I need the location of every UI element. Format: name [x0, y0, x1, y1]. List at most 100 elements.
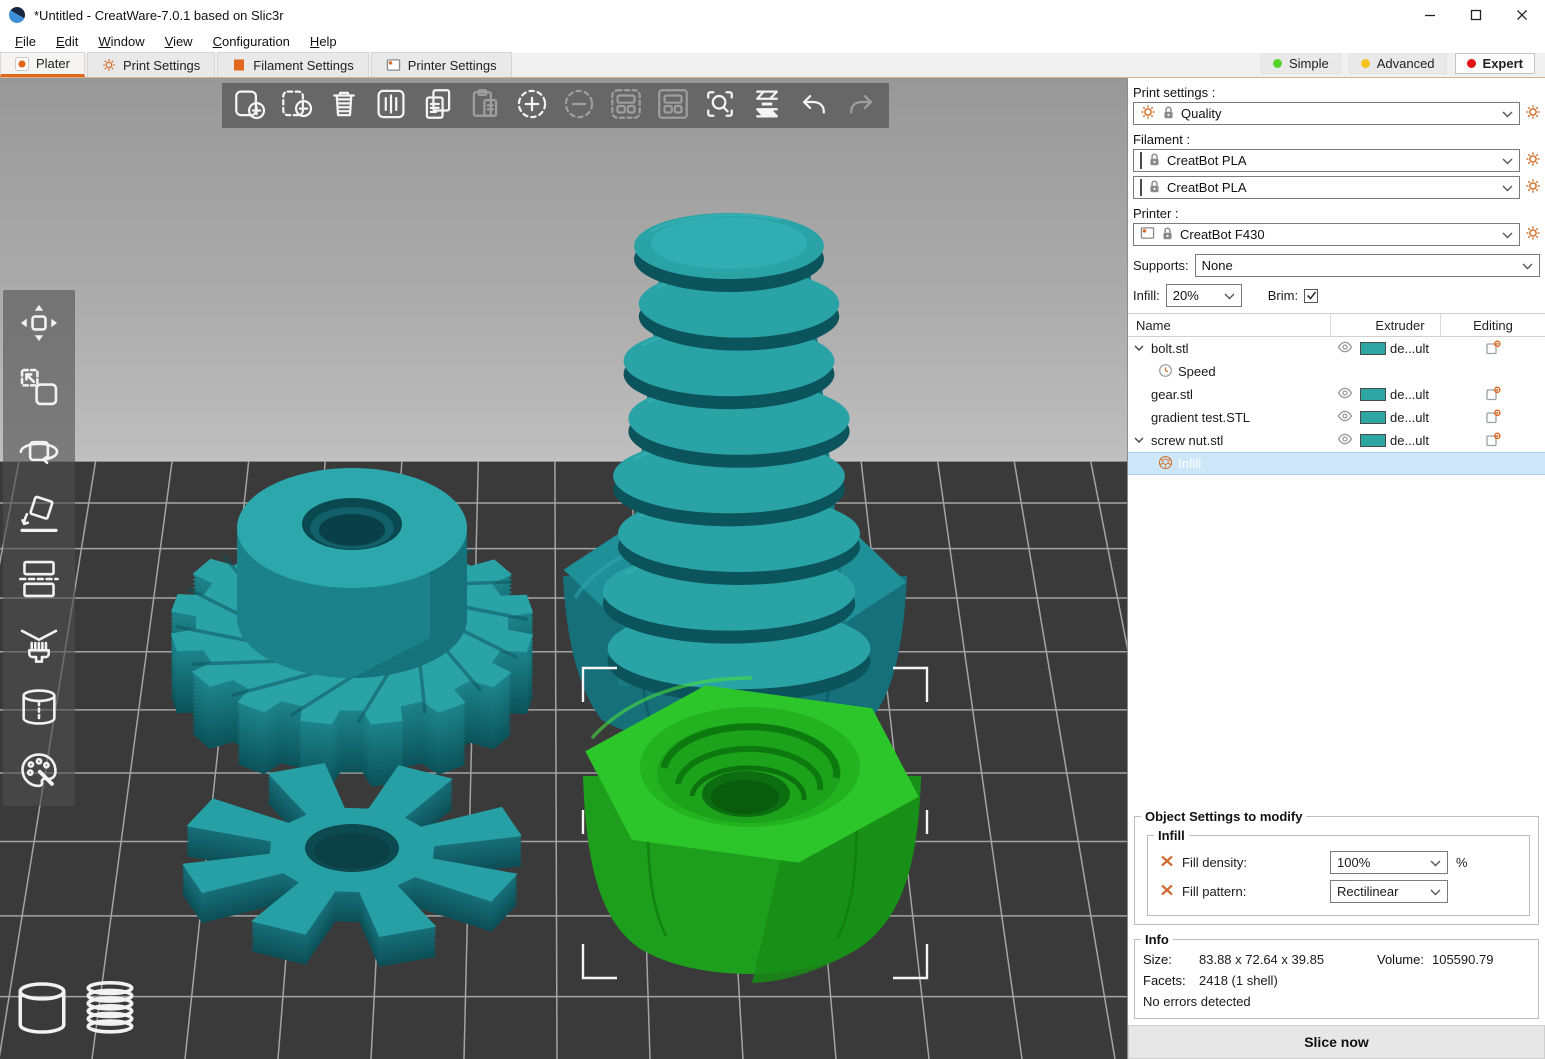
redo-icon — [844, 87, 878, 124]
move-tool-button[interactable] — [15, 300, 63, 348]
object-row-gear-stl[interactable]: gear.stlde...ult — [1128, 383, 1545, 406]
viewport-3d[interactable] — [0, 78, 1128, 1059]
manipulation-toolbar — [3, 290, 75, 806]
printer-settings-gear-button[interactable] — [1524, 226, 1542, 244]
mode-expert[interactable]: Expert — [1455, 53, 1535, 74]
undo-button[interactable] — [794, 86, 834, 126]
mode-simple[interactable]: Simple — [1261, 53, 1341, 74]
edit-icon — [1485, 340, 1501, 358]
object-list-empty-area — [1128, 475, 1545, 806]
fill-select[interactable]: Rectilinear — [1330, 880, 1448, 903]
filament-2-settings-gear-button[interactable] — [1524, 179, 1542, 197]
chevron-down-icon — [1502, 227, 1513, 242]
edit-object-button[interactable] — [1440, 432, 1545, 450]
add-instance-button[interactable] — [512, 86, 552, 126]
filament-1-preset-select[interactable]: CreatBot PLA — [1133, 149, 1520, 172]
print-preset-row: Quality — [1128, 102, 1545, 125]
settings-panel: Print settings : Quality Filament : Crea… — [1128, 78, 1545, 1059]
undo-icon — [797, 87, 831, 124]
height-range-tool-button[interactable] — [15, 684, 63, 732]
collapse-icon[interactable] — [1134, 437, 1146, 444]
menu-window[interactable]: Window — [89, 32, 153, 51]
support-paint-tool-button[interactable] — [15, 620, 63, 668]
paste-button — [465, 86, 505, 126]
visibility-toggle[interactable] — [1330, 432, 1360, 449]
infill-select[interactable]: 20% — [1166, 284, 1242, 307]
infill-icon — [1158, 455, 1173, 473]
arrange-button[interactable] — [371, 86, 411, 126]
menu-file[interactable]: File — [6, 32, 45, 51]
search-button[interactable] — [700, 86, 740, 126]
filament-1-settings-gear-button[interactable] — [1524, 152, 1542, 170]
chevron-down-icon — [1502, 153, 1513, 168]
edit-object-button[interactable] — [1440, 409, 1545, 427]
object-name: gear.stl — [1151, 387, 1193, 402]
object-row-gradient-test-stl[interactable]: gradient test.STLde...ult — [1128, 406, 1545, 429]
menu-edit[interactable]: Edit — [47, 32, 87, 51]
solid-view-button[interactable] — [13, 978, 71, 1040]
tab-print-settings[interactable]: Print Settings — [87, 52, 215, 77]
cut-tool-button[interactable] — [15, 556, 63, 604]
maximize-button[interactable] — [1453, 0, 1499, 30]
object-settings-group: Object Settings to modify Infill Fill de… — [1134, 809, 1539, 925]
visibility-toggle[interactable] — [1330, 340, 1360, 357]
edit-object-button[interactable] — [1440, 386, 1545, 404]
collapse-icon[interactable] — [1134, 345, 1146, 352]
add-object-button[interactable] — [230, 86, 270, 126]
fill-row-2: Fill pattern:Rectilinear — [1160, 880, 1521, 903]
mode-dot-icon — [1273, 59, 1282, 68]
column-editing: Editing — [1440, 314, 1545, 337]
edit-object-button[interactable] — [1440, 340, 1545, 358]
split-parts-button — [653, 86, 693, 126]
remove-setting-button[interactable] — [1160, 854, 1174, 871]
delete-all-button[interactable] — [324, 86, 364, 126]
place-on-face-tool-button[interactable] — [15, 492, 63, 540]
scale-tool-button[interactable] — [15, 364, 63, 412]
layers-view-button[interactable] — [747, 86, 787, 126]
minimize-button[interactable] — [1407, 0, 1453, 30]
layers-view-icon — [750, 87, 784, 124]
eye-icon — [1337, 432, 1353, 449]
remove-object-button[interactable] — [277, 86, 317, 126]
sliced-view-button[interactable] — [81, 978, 139, 1040]
printer-preset-select[interactable]: CreatBot F430 — [1133, 223, 1520, 246]
menu-view[interactable]: View — [156, 32, 202, 51]
tab-printer-settings[interactable]: Printer Settings — [371, 52, 512, 77]
mode-dot-icon — [1467, 59, 1476, 68]
scale-tool-icon — [18, 366, 60, 411]
setting-row-infill[interactable]: Infill — [1128, 452, 1545, 475]
edit-icon — [1485, 386, 1501, 404]
supports-select[interactable]: None — [1195, 254, 1540, 277]
brim-checkbox[interactable] — [1304, 289, 1318, 303]
printer-label: Printer : — [1128, 203, 1545, 223]
remove-setting-button[interactable] — [1160, 883, 1174, 900]
visibility-toggle[interactable] — [1330, 386, 1360, 403]
cut-tool-icon — [18, 558, 60, 603]
object-name: screw nut.stl — [1151, 433, 1223, 448]
object-name: gradient test.STL — [1151, 410, 1250, 425]
tab-plater[interactable]: Plater — [0, 52, 85, 77]
print-settings-gear-button[interactable] — [1524, 105, 1542, 123]
visibility-toggle[interactable] — [1330, 409, 1360, 426]
object-row-bolt-stl[interactable]: bolt.stlde...ult — [1128, 337, 1545, 360]
paint-tool-button[interactable] — [15, 748, 63, 796]
slice-now-button[interactable]: Slice now — [1128, 1025, 1545, 1059]
viewport-canvas[interactable] — [0, 78, 1127, 1059]
tab-filament-settings[interactable]: Filament Settings — [217, 52, 368, 77]
lock-icon — [1161, 226, 1174, 244]
rotate-tool-button[interactable] — [15, 428, 63, 476]
mode-advanced[interactable]: Advanced — [1349, 53, 1447, 74]
object-row-screw-nut-stl[interactable]: screw nut.stlde...ult — [1128, 429, 1545, 452]
errors-status: No errors detected — [1143, 994, 1251, 1009]
copy-button[interactable] — [418, 86, 458, 126]
close-button[interactable] — [1499, 0, 1545, 30]
filament-2-preset-select[interactable]: CreatBot PLA — [1133, 176, 1520, 199]
menu-configuration[interactable]: Configuration — [204, 32, 299, 51]
setting-row-speed[interactable]: Speed — [1128, 360, 1545, 383]
brim-label: Brim: — [1268, 288, 1298, 303]
printer-settings-icon — [386, 58, 401, 72]
fill-select[interactable]: 100% — [1330, 851, 1448, 874]
menu-help[interactable]: Help — [301, 32, 346, 51]
print-preset-select[interactable]: Quality — [1133, 102, 1520, 125]
gear-icon — [1525, 225, 1541, 244]
